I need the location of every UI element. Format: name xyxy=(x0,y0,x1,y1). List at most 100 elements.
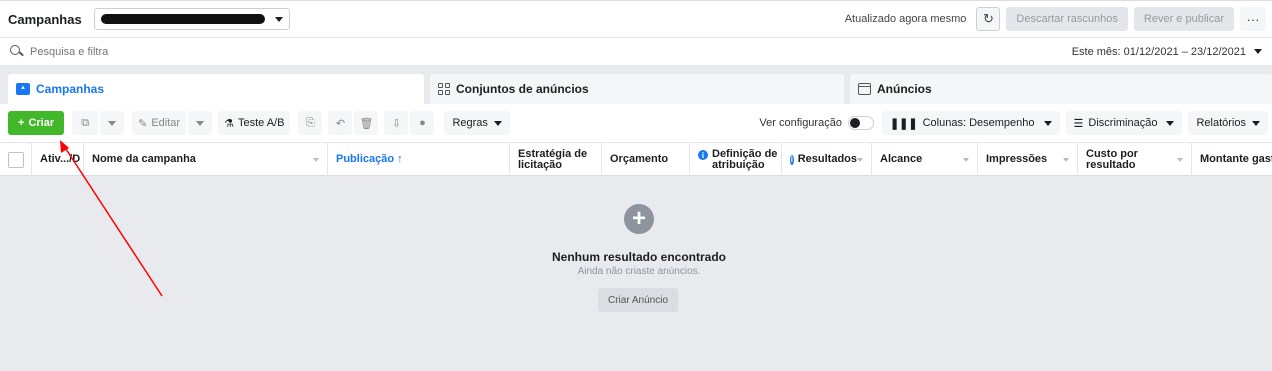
select-all-cell xyxy=(0,143,32,176)
tab-label: Anúncios xyxy=(877,82,932,96)
column-header-campaign-name[interactable]: Nome da campanha xyxy=(84,143,328,176)
column-header-cost-per-result[interactable]: Custo por resultado xyxy=(1078,143,1192,176)
tab-label: Conjuntos de anúncios xyxy=(456,82,589,96)
columns-icon: ❚❚❚ xyxy=(889,117,918,130)
chevron-down-icon xyxy=(1254,49,1262,54)
account-select[interactable] xyxy=(93,8,290,30)
edit-label: Editar xyxy=(151,117,181,129)
undo-button[interactable]: ↶ xyxy=(328,111,353,135)
more-options-button[interactable]: ··· xyxy=(1240,7,1266,31)
column-label: Alcance xyxy=(880,153,923,165)
discard-drafts-button[interactable]: Descartar rascunhos xyxy=(1006,7,1128,31)
sort-icon xyxy=(857,157,863,162)
column-header-active[interactable]: Ativ.../D xyxy=(32,143,84,176)
preview-button[interactable]: ⇩ xyxy=(384,111,409,135)
tab-ads[interactable]: Anúncios xyxy=(850,74,1272,104)
sort-icon xyxy=(963,157,969,162)
duplicate-menu-button[interactable] xyxy=(100,111,125,135)
edit-button[interactable]: ✎ Editar xyxy=(132,111,187,135)
plus-icon: + xyxy=(18,117,25,129)
clipboard-button[interactable]: ⎘ xyxy=(298,111,323,135)
flask-icon: ⚗ xyxy=(224,117,234,130)
column-header-amount-spent[interactable]: Montante gasto xyxy=(1192,143,1272,176)
chevron-down-icon xyxy=(493,120,502,126)
breakdown-label: Discriminação xyxy=(1088,117,1158,129)
topbar-actions: Atualizado agora mesmo ↻ Descartar rascu… xyxy=(845,7,1266,31)
clipboard-icon: ⎘ xyxy=(306,116,315,129)
updated-status: Atualizado agora mesmo xyxy=(844,13,967,25)
column-header-budget[interactable]: Orçamento xyxy=(602,143,690,176)
trash-icon: 🗑 xyxy=(359,117,374,130)
review-publish-button[interactable]: Rever e publicar xyxy=(1133,7,1234,31)
page-title: Campanhas xyxy=(8,11,82,27)
info-icon: i xyxy=(698,150,708,160)
tab-campaigns[interactable]: Campanhas xyxy=(8,74,424,104)
create-label: Criar xyxy=(28,117,55,129)
reports-button[interactable]: Relatórios xyxy=(1188,111,1268,135)
sort-icon xyxy=(1063,157,1069,162)
column-label: Montante gasto xyxy=(1200,153,1272,165)
undo-icon: ↶ xyxy=(335,117,346,130)
top-bar: Campanhas Atualizado agora mesmo ↻ Desca… xyxy=(0,0,1272,38)
breakdown-icon: ☰ xyxy=(1073,117,1084,130)
chevron-down-icon xyxy=(274,16,283,22)
column-label: Publicação ↑ xyxy=(336,153,403,165)
rules-label: Regras xyxy=(452,117,488,129)
tab-label: Campanhas xyxy=(36,82,105,96)
create-button[interactable]: + Criar xyxy=(8,111,65,135)
sort-icon xyxy=(1177,157,1183,162)
table-header: Ativ.../D Nome da campanha Publicação ↑ … xyxy=(0,142,1272,176)
chevron-down-icon xyxy=(1043,120,1052,126)
columns-button[interactable]: ❚❚❚ Colunas: Desempenho xyxy=(881,111,1060,135)
view-setup-toggle[interactable] xyxy=(847,116,874,130)
tag-button[interactable]: ● xyxy=(410,111,435,135)
chevron-down-icon xyxy=(108,120,117,126)
campaign-folder-icon xyxy=(16,83,30,95)
view-setup-control[interactable]: Ver configuração xyxy=(759,116,874,130)
select-all-checkbox[interactable] xyxy=(7,151,24,168)
date-range-picker[interactable]: Este mês: 01/12/2021 – 23/12/2021 xyxy=(1072,46,1262,58)
column-header-delivery[interactable]: Publicação ↑ xyxy=(328,143,510,176)
empty-state-title: Nenhum resultado encontrado xyxy=(551,250,727,264)
reports-label: Relatórios xyxy=(1196,117,1246,129)
delete-button[interactable]: 🗑 xyxy=(354,111,379,135)
chevron-down-icon xyxy=(196,120,205,126)
tag-icon: ● xyxy=(419,117,426,129)
preview-icon: ⇩ xyxy=(391,117,402,130)
column-header-results[interactable]: i Resultados xyxy=(782,143,872,176)
date-range-label: Este mês: 01/12/2021 – 23/12/2021 xyxy=(1071,45,1246,58)
ab-test-button[interactable]: ⚗ Teste A/B xyxy=(218,111,291,135)
tab-bar: Campanhas Conjuntos de anúncios Anúncios xyxy=(8,74,1272,104)
column-label: Custo por resultado xyxy=(1086,147,1138,171)
column-label: Definição de atribuição xyxy=(712,147,778,171)
column-header-reach[interactable]: Alcance xyxy=(872,143,978,176)
columns-label: Colunas: Desempenho xyxy=(922,117,1035,129)
refresh-button[interactable]: ↻ xyxy=(976,7,1001,31)
column-header-bid-strategy[interactable]: Estratégia de licitação xyxy=(510,143,602,176)
column-header-impressions[interactable]: Impressões xyxy=(978,143,1078,176)
grid-icon xyxy=(438,83,450,95)
ad-icon xyxy=(858,83,871,95)
edit-menu-button[interactable] xyxy=(188,111,213,135)
chevron-down-icon xyxy=(1252,120,1260,126)
duplicate-button[interactable]: ⧉ xyxy=(72,111,99,135)
chevron-down-icon xyxy=(1166,120,1175,126)
info-icon: i xyxy=(790,154,794,165)
column-label: Resultados xyxy=(797,153,857,165)
refresh-icon: ↻ xyxy=(982,11,994,26)
column-label: Orçamento xyxy=(610,153,669,165)
column-label: Nome da campanha xyxy=(92,153,196,165)
redacted-account-name xyxy=(100,14,265,24)
column-header-attribution[interactable]: i Definição de atribuição xyxy=(690,143,782,176)
tab-ad-sets[interactable]: Conjuntos de anúncios xyxy=(430,74,844,104)
search-icon xyxy=(10,44,24,59)
pencil-icon: ✎ xyxy=(138,117,148,130)
breakdown-button[interactable]: ☰ Discriminação xyxy=(1065,111,1183,135)
add-circle-icon: + xyxy=(624,204,654,234)
sort-icon xyxy=(313,157,319,162)
campaign-toolbar: + Criar ⧉ ✎ Editar ⚗ Teste A/B ⎘ ↶ 🗑 ⇩ ●… xyxy=(0,104,1272,142)
search-input[interactable] xyxy=(30,45,430,58)
rules-button[interactable]: Regras xyxy=(444,111,510,135)
column-label: Impressões xyxy=(986,153,1048,165)
create-ad-button[interactable]: Criar Anúncio xyxy=(598,288,678,312)
